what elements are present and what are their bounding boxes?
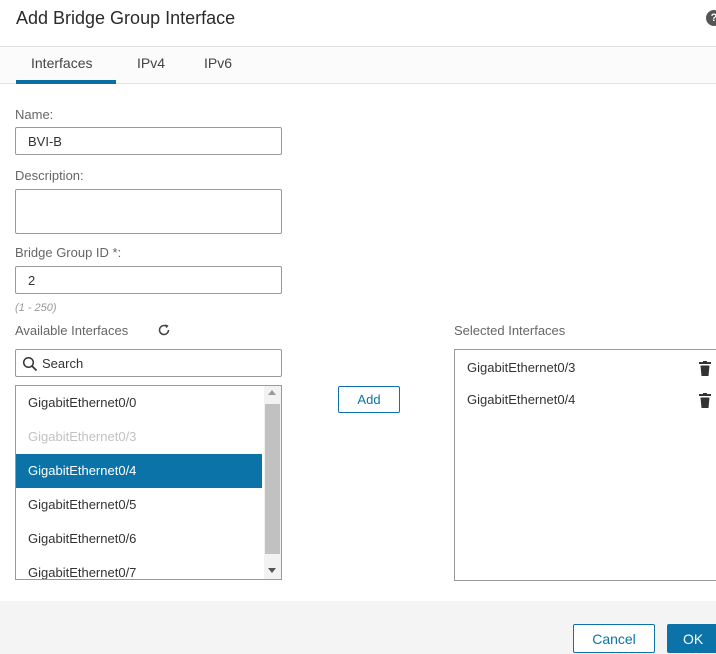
tab-interfaces[interactable]: Interfaces: [31, 55, 92, 71]
available-item-gi0-0[interactable]: GigabitEthernet0/0: [16, 386, 262, 420]
available-interfaces-list: GigabitEthernet0/0 GigabitEthernet0/3 Gi…: [15, 385, 282, 580]
search-input[interactable]: [42, 353, 272, 373]
available-item-gi0-6[interactable]: GigabitEthernet0/6: [16, 522, 262, 556]
refresh-icon[interactable]: [157, 323, 171, 337]
bridge-group-id-label: Bridge Group ID *:: [15, 245, 122, 260]
cancel-button[interactable]: Cancel: [573, 624, 655, 653]
ok-button[interactable]: OK: [667, 624, 716, 653]
available-item-gi0-7[interactable]: GigabitEthernet0/7: [16, 556, 262, 579]
selected-item-gi0-4: GigabitEthernet0/4: [467, 392, 576, 407]
search-icon: [22, 356, 38, 372]
scroll-down-arrow-icon[interactable]: [268, 568, 276, 573]
bridge-group-id-hint: (1 - 250): [15, 302, 57, 314]
available-item-gi0-5[interactable]: GigabitEthernet0/5: [16, 488, 262, 522]
selected-item-gi0-3: GigabitEthernet0/3: [467, 360, 576, 375]
search-box: [15, 349, 282, 377]
trash-icon[interactable]: [699, 393, 711, 409]
tab-ipv4[interactable]: IPv4: [137, 55, 165, 71]
bridge-group-id-input[interactable]: [15, 266, 282, 294]
name-input[interactable]: [15, 127, 282, 155]
description-label: Description:: [15, 168, 84, 183]
name-label: Name:: [15, 107, 54, 122]
add-button[interactable]: Add: [338, 386, 400, 413]
available-item-gi0-4[interactable]: GigabitEthernet0/4: [16, 454, 262, 488]
selected-interfaces-label: Selected Interfaces: [454, 323, 566, 338]
trash-icon[interactable]: [699, 361, 711, 377]
available-item-gi0-3: GigabitEthernet0/3: [28, 429, 137, 444]
scrollbar-thumb[interactable]: [265, 404, 280, 554]
tab-ipv6[interactable]: IPv6: [204, 55, 232, 71]
active-tab-indicator: [16, 80, 116, 84]
help-icon[interactable]: ?: [706, 10, 716, 26]
selected-interfaces-list: GigabitEthernet0/3 GigabitEthernet0/4: [454, 349, 716, 581]
available-interfaces-label: Available Interfaces: [15, 323, 129, 338]
scroll-up-arrow-icon[interactable]: [268, 390, 276, 395]
tab-bar: Interfaces IPv4 IPv6: [0, 46, 716, 84]
list-scrollbar[interactable]: [264, 386, 281, 579]
description-input[interactable]: [15, 189, 282, 234]
dialog-title: Add Bridge Group Interface: [16, 8, 236, 28]
